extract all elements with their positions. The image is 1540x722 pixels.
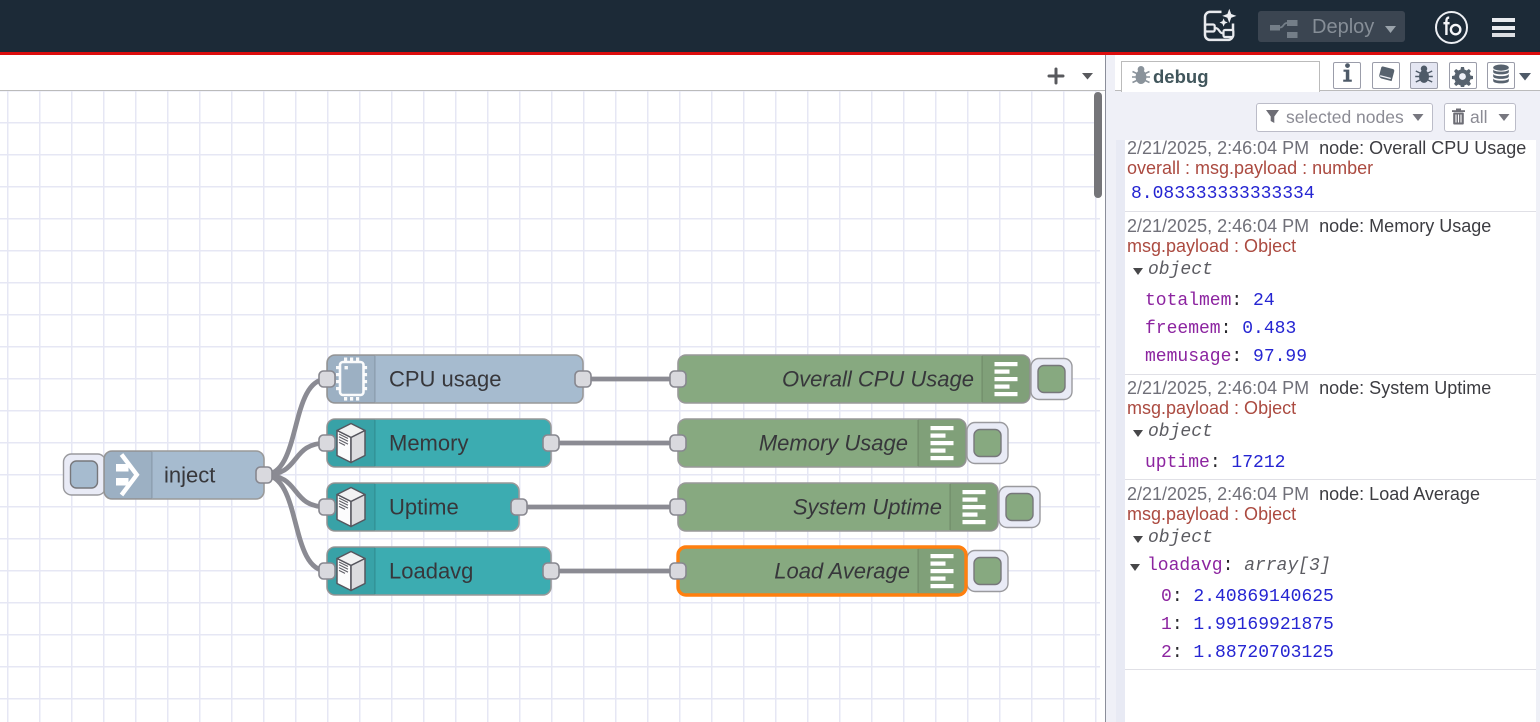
svg-text:Load Average: Load Average (774, 559, 910, 584)
svg-text:Memory: Memory (389, 431, 468, 456)
svg-text:Uptime: Uptime (389, 495, 459, 520)
svg-text:Overall CPU Usage: Overall CPU Usage (782, 367, 974, 392)
svg-text:CPU usage: CPU usage (389, 367, 502, 392)
svg-text:System Uptime: System Uptime (793, 495, 942, 520)
svg-text:Memory Usage: Memory Usage (759, 431, 908, 456)
svg-text:Loadavg: Loadavg (389, 559, 473, 584)
svg-text:inject: inject (164, 463, 215, 488)
